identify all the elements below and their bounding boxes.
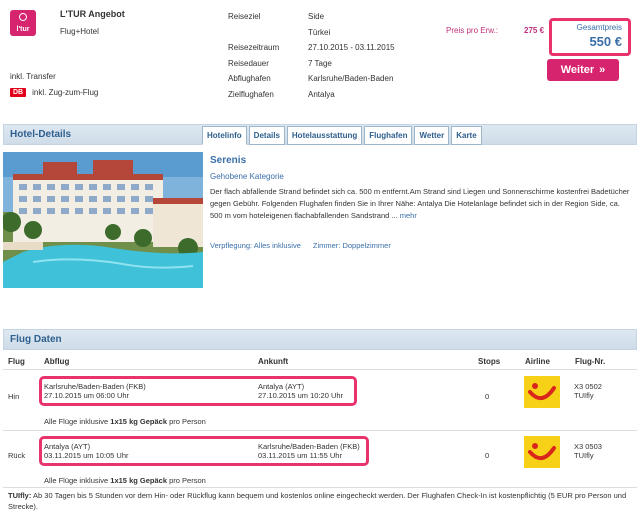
- next-button-label: Weiter: [560, 64, 595, 76]
- price-per-person-label: Preis pro Erw.:: [446, 26, 499, 35]
- col-header-departure: Abflug: [44, 357, 70, 366]
- room-type: Zimmer: Doppelzimmer: [312, 241, 391, 250]
- detail-label: Reisedauer: [228, 58, 269, 68]
- hotel-category: Gehobene Kategorie: [210, 172, 284, 181]
- total-price-value: 550 €: [589, 34, 622, 49]
- double-chevron-right-icon: »: [599, 64, 606, 76]
- flight-number: X3 0502: [574, 382, 602, 391]
- baggage-note: Alle Flüge inklusive 1x15 kg Gepäck pro …: [44, 417, 206, 426]
- total-price-box: Gesamtpreis 550 €: [549, 18, 631, 56]
- flight-number: X3 0503: [574, 442, 602, 451]
- carrier-name: TUIfly: [574, 451, 594, 460]
- divider: [3, 369, 637, 370]
- board-type: Verpflegung: Alles inklusive: [210, 241, 301, 250]
- arrival-airport: Karlsruhe/Baden-Baden (FKB): [258, 442, 360, 451]
- flight-direction: Hin: [8, 392, 20, 401]
- total-price-label: Gesamtpreis: [576, 23, 622, 32]
- departure-time: 27.10.2015 um 06:00 Uhr: [44, 391, 130, 400]
- price-per-person-value: 275 €: [524, 26, 545, 35]
- db-logo-icon: DB: [10, 88, 27, 97]
- col-header-airline: Airline: [525, 357, 550, 366]
- transfer-note: inkl. Transfer: [10, 72, 56, 81]
- hotel-meta: Verpflegung: Alles inklusive Zimmer: Dop…: [210, 241, 391, 250]
- col-header-flight: Flug: [8, 357, 25, 366]
- tab-flughafen[interactable]: Flughafen: [364, 126, 413, 145]
- baggage-note: Alle Flüge inklusive 1x15 kg Gepäck pro …: [44, 476, 206, 485]
- arrival-time: 27.10.2015 um 10:20 Uhr: [258, 391, 344, 400]
- tab-wetter[interactable]: Wetter: [414, 126, 450, 145]
- flight-data-header: Flug Daten: [3, 329, 637, 350]
- col-header-stops: Stops: [478, 357, 501, 366]
- detail-label: Reiseziel: [228, 12, 261, 22]
- trip-details: Reiseziel Side Türkei Reisezeitraum 27.10.…: [228, 9, 395, 102]
- detail-value: Karlsruhe/Baden-Baden: [308, 74, 394, 84]
- tab-karte[interactable]: Karte: [451, 126, 482, 145]
- offer-type: Flug+Hotel: [60, 27, 99, 36]
- arrival-airport: Antalya (AYT): [258, 382, 305, 391]
- stops-count: 0: [485, 392, 490, 401]
- carrier-name: TUIfly: [574, 391, 594, 400]
- offer-title: L'TUR Angebot: [60, 9, 125, 19]
- checkin-footnote: TUIfly: Ab 30 Tagen bis 5 Stunden vor de…: [8, 491, 627, 511]
- tab-hotelinfo[interactable]: Hotelinfo: [202, 126, 247, 145]
- arrival-time: 03.11.2015 um 11:55 Uhr: [258, 451, 342, 460]
- hotel-description: Der flach abfallende Strand befindet sic…: [210, 187, 630, 220]
- col-header-arrival: Ankunft: [258, 357, 289, 366]
- departure-airport: Karlsruhe/Baden-Baden (FKB): [44, 382, 146, 391]
- detail-label: Reisezeitraum: [228, 43, 280, 53]
- departure-time: 03.11.2015 um 10:05 Uhr: [44, 451, 129, 460]
- ltur-logo: l'tur: [10, 10, 36, 36]
- flight-direction: Rück: [8, 451, 26, 460]
- detail-label: Zielflughafen: [228, 89, 274, 99]
- detail-value: Side: [308, 12, 325, 22]
- more-link[interactable]: mehr: [400, 211, 417, 220]
- tab-hotelausstattung[interactable]: Hotelausstattung: [286, 126, 363, 145]
- offer-summary: l'tur L'TUR Angebot Flug+Hotel inkl. Tra…: [0, 0, 640, 118]
- detail-value: 27.10.2015 - 03.11.2015: [308, 43, 395, 53]
- detail-value: Türkei: [308, 27, 331, 37]
- next-button[interactable]: Weiter »: [547, 59, 619, 81]
- hotel-photo[interactable]: [3, 152, 203, 288]
- divider: [3, 430, 637, 431]
- hotel-name[interactable]: Serenis: [210, 155, 246, 166]
- train-note: DB inkl. Zug-zum-Flug: [10, 88, 98, 97]
- tui-logo-icon: [524, 436, 560, 468]
- detail-value: 7 Tage: [308, 58, 332, 68]
- col-header-flight-number: Flug-Nr.: [575, 357, 606, 366]
- tab-details[interactable]: Details: [248, 126, 285, 145]
- detail-value: Antalya: [308, 89, 335, 99]
- divider: [3, 487, 637, 488]
- tui-logo-icon: [524, 376, 560, 408]
- stops-count: 0: [485, 451, 490, 460]
- detail-label: Abflughafen: [228, 74, 271, 84]
- hotel-tabs: Hotelinfo Details Hotelausstattung Flugh…: [202, 126, 482, 145]
- departure-airport: Antalya (AYT): [44, 442, 91, 451]
